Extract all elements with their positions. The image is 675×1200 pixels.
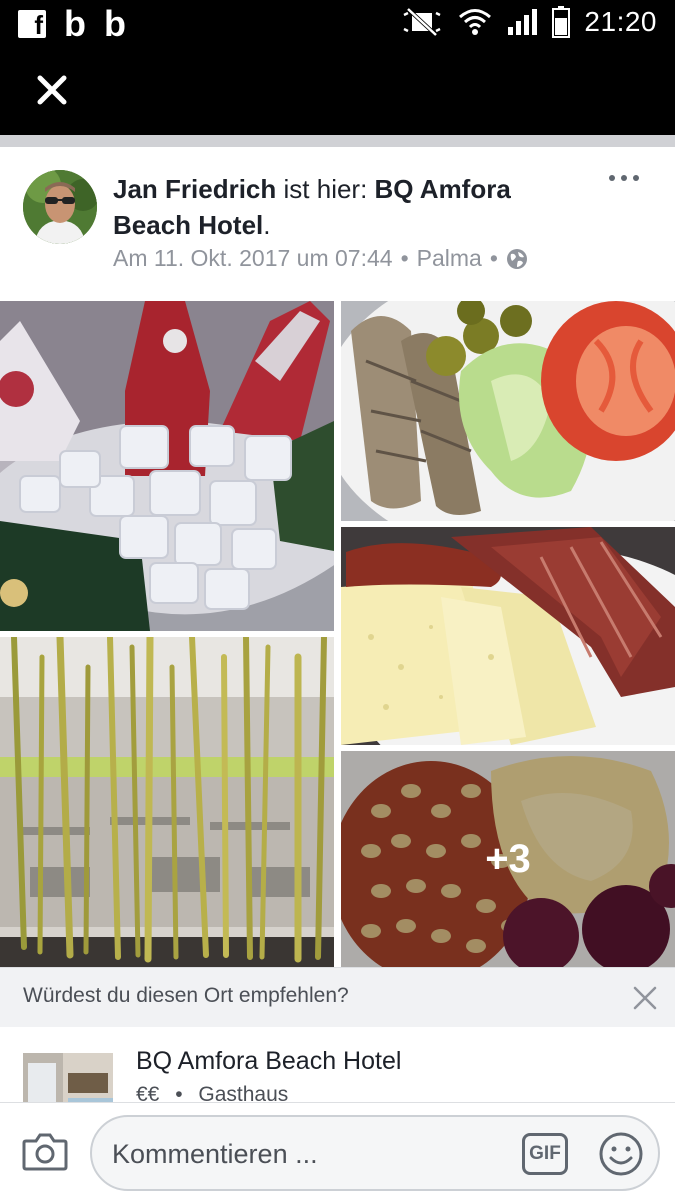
place-thumbnail[interactable] <box>23 1053 113 1107</box>
place-card[interactable]: BQ Amfora Beach Hotel €€ • Gasthaus <box>0 1027 675 1107</box>
photo-cheese-ham[interactable] <box>341 527 675 745</box>
status-time: 21:20 <box>584 6 657 37</box>
top-bar <box>0 50 675 135</box>
recommend-bar: Würdest du diesen Ort empfehlen? <box>0 967 675 1027</box>
photo-restaurant-bamboo[interactable] <box>0 637 334 967</box>
battery-icon <box>552 6 571 38</box>
gif-button[interactable]: GIF <box>522 1133 568 1175</box>
post-action: ist hier: <box>276 174 375 204</box>
photo-champagne[interactable] <box>0 301 334 631</box>
mute-icon <box>403 7 441 37</box>
b-app-icon: b <box>64 3 86 44</box>
camera-icon[interactable] <box>22 1129 68 1173</box>
divider <box>0 135 675 147</box>
place-name[interactable]: BQ Amfora Beach Hotel <box>136 1047 401 1076</box>
post-location[interactable]: Palma <box>417 245 482 272</box>
post-date[interactable]: Am 11. Okt. 2017 um 07:44 <box>113 245 393 272</box>
photo-fish-salad[interactable] <box>341 301 675 521</box>
status-bar-left: f b b <box>18 3 126 44</box>
close-icon[interactable] <box>631 984 659 1012</box>
recommend-question[interactable]: Würdest du diesen Ort empfehlen? <box>23 984 349 1008</box>
post-meta: Am 11. Okt. 2017 um 07:44 • Palma • <box>113 245 528 272</box>
smiley-icon[interactable] <box>598 1131 644 1177</box>
comment-placeholder: Kommentieren ... <box>112 1139 318 1169</box>
post-header: Jan Friedrich ist hier: BQ Amfora Beach … <box>113 171 593 243</box>
wifi-icon <box>459 9 492 35</box>
b-app-icon: b <box>104 3 126 44</box>
comment-bar: Kommentieren ... GIF <box>0 1102 675 1200</box>
more-options-icon[interactable] <box>609 175 639 187</box>
photo-beans-more[interactable]: +3 <box>341 751 675 967</box>
more-photos-count[interactable]: +3 <box>341 751 675 967</box>
close-icon[interactable] <box>32 70 72 110</box>
comment-input[interactable]: Kommentieren ... GIF <box>90 1115 660 1191</box>
meta-separator: • <box>400 245 409 271</box>
globe-icon <box>506 248 527 269</box>
status-bar: f b b 21:20 <box>0 0 675 50</box>
post-card: Jan Friedrich ist hier: BQ Amfora Beach … <box>0 147 675 1107</box>
signal-icon <box>508 9 538 35</box>
post-period: . <box>263 210 271 240</box>
status-bar-right: 21:20 <box>400 6 657 38</box>
facebook-icon: f <box>18 10 46 38</box>
author-name[interactable]: Jan Friedrich <box>113 174 276 204</box>
meta-separator: • <box>489 245 498 271</box>
avatar[interactable] <box>23 170 97 244</box>
